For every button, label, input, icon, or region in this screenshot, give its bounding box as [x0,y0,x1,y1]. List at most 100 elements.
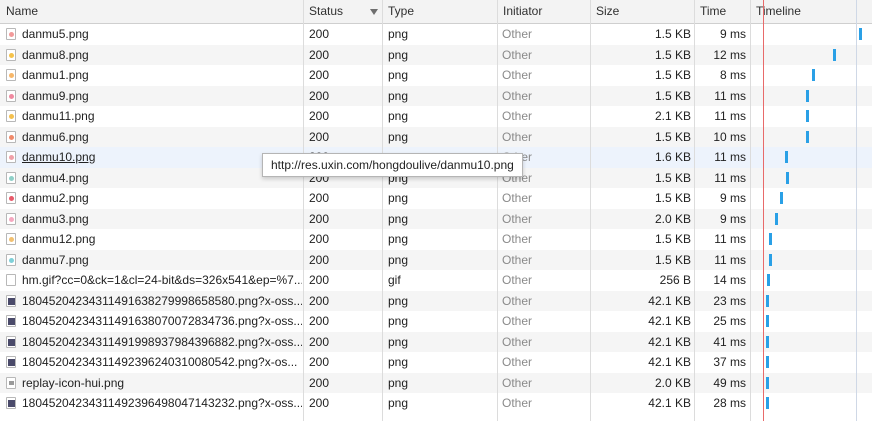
request-name: danmu2.png [22,188,302,209]
request-row[interactable]: danmu7.png 200 png Other 1.5 KB 11 ms [0,249,872,271]
request-initiator: Other [502,252,533,267]
request-row[interactable]: hm.gif?cc=0&ck=1&cl=24-bit&ds=326x541&ep… [0,270,872,291]
request-initiator: Other [502,211,533,226]
request-row[interactable]: danmu2.png 200 png Other 1.5 KB 9 ms [0,188,872,209]
request-initiator: Other [502,355,533,369]
image-thumbnail-icon [6,192,16,204]
request-row[interactable]: danmu6.png 200 png Other 1.5 KB 10 ms [0,126,872,148]
request-size: 1.5 KB [654,68,691,82]
timeline-bar [767,274,770,286]
request-name: danmu9.png [22,86,302,107]
request-row[interactable]: 18045204234311491638279998658580.png?x-o… [0,290,872,312]
request-row[interactable]: replay-icon-hui.png 200 png Other 2.0 KB 49 m… [0,372,872,394]
request-name: danmu4.png [22,168,302,189]
request-time: 9 ms [719,27,746,41]
request-size: 1.5 KB [654,47,691,62]
domcontentloaded-marker [856,0,857,421]
request-status: 200 [309,68,330,82]
request-name: 18045204234311492396240310080542.png?x-o… [22,352,302,373]
timeline-bar [769,233,772,245]
request-initiator: Other [502,334,533,349]
request-size: 1.5 KB [654,232,691,246]
request-time: 23 ms [713,293,746,308]
request-row[interactable]: 18045204234311492396240310080542.png?x-o… [0,352,872,373]
timeline-bar [766,335,769,348]
request-initiator: Other [502,293,533,308]
request-name-text: danmu9.png [22,88,89,103]
image-file-icon [6,356,16,368]
request-time: 37 ms [713,355,746,369]
column-divider[interactable] [382,0,383,421]
request-size: 256 B [659,273,691,287]
timeline-bar [766,315,769,327]
request-size: 42.1 KB [648,396,691,410]
request-type: png [388,314,409,328]
request-type: png [388,232,409,246]
request-name-text: 18045204234311492396240310080542.png?x-o… [22,355,298,369]
request-name-text: danmu6.png [22,129,89,144]
request-name: 18045204234311491998937984396882.png?x-o… [22,332,302,353]
request-row[interactable]: danmu3.png 200 png Other 2.0 KB 9 ms [0,208,872,230]
column-header-type[interactable]: Type [382,0,497,23]
timeline-bar [806,110,809,122]
request-name-text: hm.gif?cc=0&ck=1&cl=24-bit&ds=326x541&ep… [22,273,302,287]
request-time: 11 ms [714,170,746,185]
request-row[interactable]: danmu1.png 200 png Other 1.5 KB 8 ms [0,65,872,86]
request-time: 11 ms [714,232,746,246]
request-name: danmu7.png [22,250,302,271]
timeline-bar [786,171,789,184]
image-thumbnail-icon [6,253,16,266]
column-divider[interactable] [750,0,751,421]
request-size: 42.1 KB [648,293,691,308]
request-name: danmu6.png [22,127,302,148]
column-divider[interactable] [497,0,498,421]
request-size: 2.0 KB [654,375,691,390]
request-initiator: Other [502,109,533,123]
request-name-text: 18045204234311491638279998658580.png?x-o… [22,293,302,308]
request-name-text: danmu11.png [22,109,95,123]
request-row[interactable]: 18045204234311491998937984396882.png?x-o… [0,331,872,353]
column-divider[interactable] [694,0,695,421]
column-divider[interactable] [590,0,591,421]
request-status: 200 [309,191,330,205]
request-name-text: danmu2.png [22,191,89,205]
timeline-bar [775,212,778,225]
column-divider[interactable] [303,0,304,421]
request-status: 200 [309,129,330,144]
request-row[interactable]: danmu11.png 200 png Other 2.1 KB 11 ms [0,106,872,127]
column-header-size[interactable]: Size [590,0,694,23]
request-row[interactable]: danmu12.png 200 png Other 1.5 KB 11 ms [0,229,872,250]
request-status: 200 [309,252,330,267]
request-row[interactable]: 18045204234311492396498047143232.png?x-o… [0,393,872,414]
column-header-initiator[interactable]: Initiator [497,0,590,23]
request-initiator: Other [502,273,533,287]
request-size: 42.1 KB [648,314,691,328]
request-name: danmu10.png [22,147,302,168]
request-time: 28 ms [713,396,746,410]
request-name: 18045204234311491638279998658580.png?x-o… [22,291,302,312]
request-status: 200 [309,314,330,328]
request-status: 200 [309,334,330,349]
request-row[interactable]: 18045204234311491638070072834736.png?x-o… [0,311,872,332]
request-row[interactable]: danmu9.png 200 png Other 1.5 KB 11 ms [0,85,872,107]
request-row[interactable]: danmu5.png 200 png Other 1.5 KB 9 ms [0,24,872,45]
request-status: 200 [309,273,330,287]
request-time: 11 ms [714,88,746,103]
column-header-time[interactable]: Time [694,0,750,23]
image-thumbnail-icon [6,89,16,102]
timeline-bar [806,130,809,143]
network-request-table: Name Status Type Initiator Size Time Tim… [0,0,872,421]
request-row[interactable]: danmu8.png 200 png Other 1.5 KB 12 ms [0,44,872,65]
column-header-timeline[interactable]: Timeline [750,0,872,23]
request-time: 9 ms [719,191,746,205]
request-name: 18045204234311492396498047143232.png?x-o… [22,393,302,414]
request-initiator: Other [502,129,533,144]
request-type: png [388,375,409,390]
request-name-text: replay-icon-hui.png [22,375,125,390]
request-name-text: danmu12.png [22,232,96,246]
request-initiator: Other [502,314,533,328]
request-status: 200 [309,27,330,41]
request-name: replay-icon-hui.png [22,373,302,394]
request-name: danmu3.png [22,209,302,230]
column-header-name[interactable]: Name [0,0,303,23]
